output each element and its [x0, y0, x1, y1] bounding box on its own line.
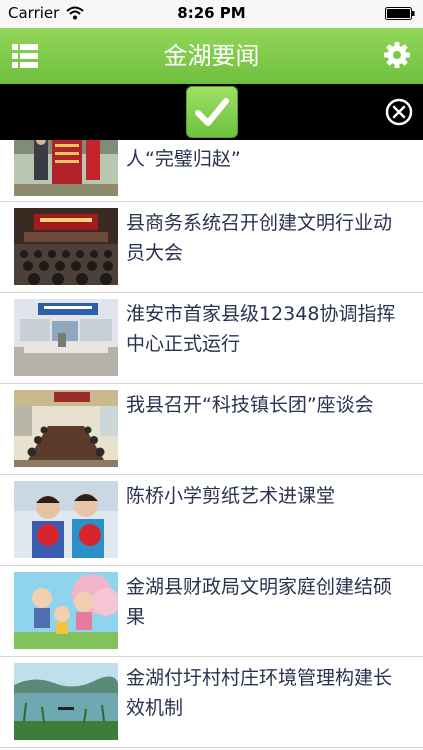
list-item[interactable]: 淮安市首家县级12348协调指挥中心正式运行	[0, 293, 423, 384]
list-item[interactable]: 陈桥小学剪纸艺术进课堂	[0, 475, 423, 566]
photo-cartoon-family	[14, 572, 118, 649]
photo-lake-village	[14, 663, 118, 740]
news-title: 人“完璧归赵”	[126, 148, 241, 170]
list-item[interactable]: 我县召开“科技镇长团”座谈会	[0, 384, 423, 475]
gear-icon[interactable]	[383, 41, 411, 69]
checkmark-badge	[186, 86, 238, 138]
photo-meeting-room	[14, 390, 118, 467]
news-list: 人“完璧归赵” 县商务系统召开创建文明行业动员大会 淮安市首家县级12348协调…	[0, 84, 423, 750]
photo-conference-hall	[14, 208, 118, 285]
nav-bar: 金湖要闻	[0, 28, 423, 84]
news-title: 金湖县财政局文明家庭创建结硕果	[126, 576, 393, 628]
clock: 8:26 PM	[177, 4, 246, 22]
news-title: 县商务系统召开创建文明行业动员大会	[126, 212, 393, 264]
photo-banner-award	[14, 134, 118, 196]
status-bar: Carrier 8:26 PM	[0, 0, 423, 28]
news-title: 金湖付圩村村庄环境管理构建长效机制	[126, 667, 393, 719]
close-circle-icon[interactable]	[385, 98, 413, 126]
list-item[interactable]: 县商务系统召开创建文明行业动员大会	[0, 202, 423, 293]
checkmark-icon	[195, 98, 229, 126]
news-title: 我县召开“科技镇长团”座谈会	[126, 394, 374, 416]
page-title: 金湖要闻	[163, 42, 260, 70]
list-menu-icon[interactable]	[12, 43, 38, 69]
list-item[interactable]: 金湖县财政局文明家庭创建结硕果	[0, 566, 423, 657]
news-title: 淮安市首家县级12348协调指挥中心正式运行	[126, 303, 396, 355]
list-item[interactable]: 金湖付圩村村庄环境管理构建长效机制	[0, 657, 423, 748]
battery-icon	[385, 7, 415, 20]
photo-office-center	[14, 299, 118, 376]
photo-children-papercut	[14, 481, 118, 558]
news-title: 陈桥小学剪纸艺术进课堂	[126, 485, 336, 507]
success-banner	[0, 84, 423, 140]
